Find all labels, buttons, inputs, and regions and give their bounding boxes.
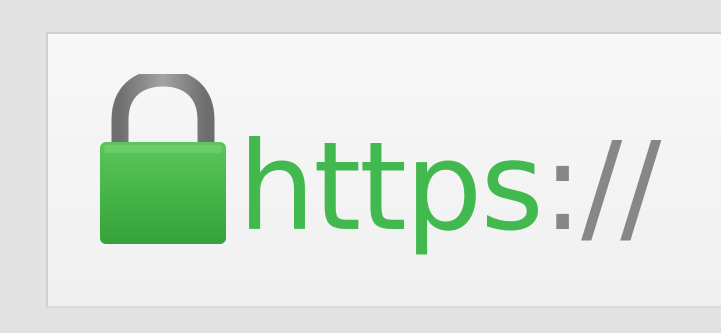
url-scheme: https — [238, 116, 544, 258]
padlock-icon[interactable] — [100, 69, 226, 244]
url-separator: :// — [542, 116, 661, 258]
url-text[interactable]: https :// — [238, 98, 661, 258]
